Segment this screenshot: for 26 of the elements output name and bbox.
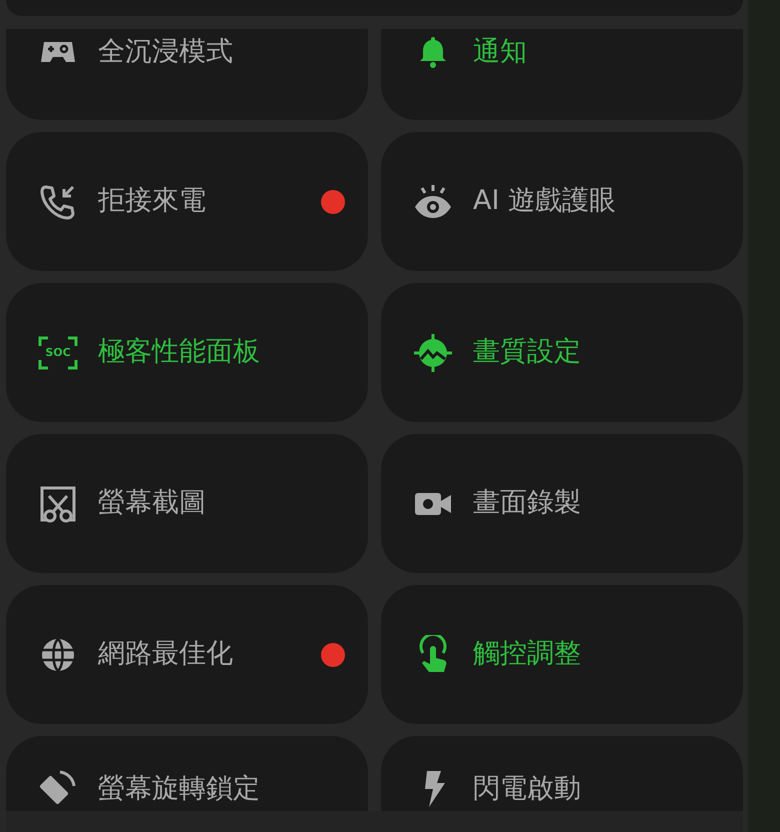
tile-label: 觸控調整: [473, 637, 582, 672]
tile-label: 極客性能面板: [98, 335, 261, 370]
tile-label: 拒接來電: [98, 184, 207, 218]
tile-label: 全沉浸模式: [98, 34, 234, 69]
tile[interactable]: 網路最佳化: [6, 585, 368, 724]
tile[interactable]: 通知: [381, 29, 743, 120]
scissors-icon: [38, 484, 78, 524]
mountain-target-icon: [413, 332, 453, 372]
tile-label: 畫質設定: [473, 335, 582, 370]
tile[interactable]: 全沉浸模式: [6, 29, 368, 120]
tile-label: 網路最佳化: [98, 637, 234, 672]
tile-label: 螢幕旋轉鎖定: [98, 772, 261, 806]
tile-label: 畫面錄製: [473, 486, 582, 520]
tile[interactable]: 閃電啟動: [381, 736, 743, 811]
tile[interactable]: 螢幕截圖: [6, 434, 368, 573]
tile[interactable]: SOC 極客性能面板: [6, 283, 368, 422]
tile[interactable]: 畫質設定: [381, 283, 743, 422]
tile[interactable]: AI 遊戲護眼: [381, 132, 743, 271]
tile[interactable]: 觸控調整: [381, 585, 743, 724]
tile-label: 閃電啟動: [473, 772, 582, 806]
tile[interactable]: 拒接來電: [6, 132, 368, 271]
tile-label: AI 遊戲護眼: [473, 184, 618, 218]
tile-label: 通知: [473, 34, 528, 69]
tile[interactable]: 畫面錄製: [381, 434, 743, 573]
tile[interactable]: 螢幕旋轉鎖定: [6, 736, 368, 811]
tile-label: 螢幕截圖: [98, 486, 207, 520]
